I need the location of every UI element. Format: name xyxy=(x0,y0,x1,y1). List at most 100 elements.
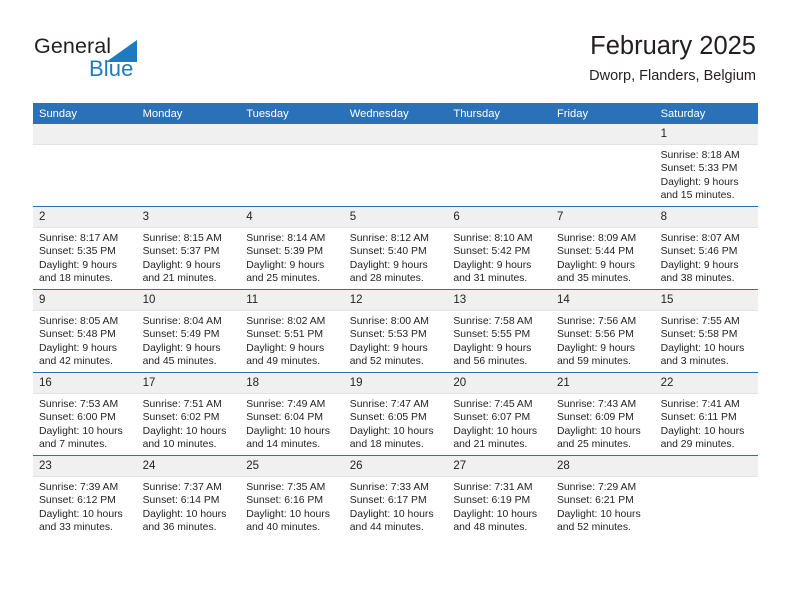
day-details: Sunrise: 7:53 AM Sunset: 6:00 PM Dayligh… xyxy=(33,394,137,452)
day-details: Sunrise: 7:37 AM Sunset: 6:14 PM Dayligh… xyxy=(137,477,241,535)
sunrise-text: Sunrise: 7:53 AM xyxy=(39,399,119,410)
sunrise-text: Sunrise: 7:33 AM xyxy=(349,482,429,493)
sunrise-text: Sunrise: 7:29 AM xyxy=(556,482,637,493)
day-number: 19 xyxy=(343,373,448,394)
sunset-text: Sunset: 6:07 PM xyxy=(453,412,531,424)
sunrise-text: Sunrise: 8:09 AM xyxy=(556,233,637,244)
sunrise-text: Sunrise: 7:37 AM xyxy=(142,482,222,493)
day-number: 13 xyxy=(447,290,551,311)
sunset-text: Sunset: 6:00 PM xyxy=(39,412,116,424)
day-number: 23 xyxy=(33,456,137,477)
day-cell[interactable]: 1 Sunrise: 8:18 AM Sunset: 5:33 PM Dayli… xyxy=(654,124,759,207)
sunrise-text: Sunrise: 7:56 AM xyxy=(556,316,637,327)
day-cell[interactable]: 6 Sunrise: 8:10 AM Sunset: 5:42 PM Dayli… xyxy=(447,206,551,290)
generalblue-logo: General Blue xyxy=(34,35,214,90)
sunset-text: Sunset: 6:21 PM xyxy=(556,495,634,507)
week-row: 9 Sunrise: 8:05 AM Sunset: 5:48 PM Dayli… xyxy=(33,289,759,373)
sunset-text: Sunset: 6:05 PM xyxy=(349,412,427,424)
day-cell[interactable]: 18 Sunrise: 7:49 AM Sunset: 6:04 PM Dayl… xyxy=(240,372,344,456)
daylight-text-line1: Daylight: 9 hours xyxy=(39,259,117,271)
day-details: Sunrise: 7:29 AM Sunset: 6:21 PM Dayligh… xyxy=(551,477,655,535)
day-number: 24 xyxy=(136,456,241,477)
day-cell[interactable]: 26 Sunrise: 7:33 AM Sunset: 6:17 PM Dayl… xyxy=(343,455,448,538)
day-number xyxy=(136,124,241,145)
sunset-text: Sunset: 6:02 PM xyxy=(142,412,220,424)
day-cell[interactable]: 14 Sunrise: 7:56 AM Sunset: 5:56 PM Dayl… xyxy=(550,289,655,373)
day-cell[interactable]: 16 Sunrise: 7:53 AM Sunset: 6:00 PM Dayl… xyxy=(33,372,137,456)
day-cell-empty xyxy=(654,455,759,538)
day-cell[interactable]: 13 Sunrise: 7:58 AM Sunset: 5:55 PM Dayl… xyxy=(447,289,551,373)
day-number: 16 xyxy=(33,373,137,394)
sunset-text: Sunset: 5:42 PM xyxy=(453,246,531,258)
week-row: 2 Sunrise: 8:17 AM Sunset: 5:35 PM Dayli… xyxy=(33,206,759,290)
daylight-text-line1: Daylight: 10 hours xyxy=(556,425,641,437)
day-cell[interactable]: 19 Sunrise: 7:47 AM Sunset: 6:05 PM Dayl… xyxy=(343,372,448,456)
day-cell[interactable]: 25 Sunrise: 7:35 AM Sunset: 6:16 PM Dayl… xyxy=(240,455,344,538)
daylight-text-line2: and 44 minutes. xyxy=(349,522,424,534)
day-number: 27 xyxy=(447,456,551,477)
weekday-header-monday: Monday xyxy=(136,103,241,124)
day-cell[interactable]: 22 Sunrise: 7:41 AM Sunset: 6:11 PM Dayl… xyxy=(654,372,759,456)
day-details: Sunrise: 7:58 AM Sunset: 5:55 PM Dayligh… xyxy=(447,311,551,369)
day-cell[interactable]: 24 Sunrise: 7:37 AM Sunset: 6:14 PM Dayl… xyxy=(136,455,241,538)
day-cell[interactable]: 5 Sunrise: 8:12 AM Sunset: 5:40 PM Dayli… xyxy=(343,206,448,290)
day-cell[interactable]: 28 Sunrise: 7:29 AM Sunset: 6:21 PM Dayl… xyxy=(550,455,655,538)
daylight-text-line2: and 52 minutes. xyxy=(349,356,424,368)
day-cell[interactable]: 12 Sunrise: 8:00 AM Sunset: 5:53 PM Dayl… xyxy=(343,289,448,373)
day-details: Sunrise: 7:31 AM Sunset: 6:19 PM Dayligh… xyxy=(447,477,551,535)
weekday-header-tuesday: Tuesday xyxy=(240,103,344,124)
day-number: 4 xyxy=(240,207,344,228)
daylight-text-line2: and 14 minutes. xyxy=(246,439,321,451)
sunrise-text: Sunrise: 8:02 AM xyxy=(246,316,326,327)
calendar-page: General Blue February 2025 Dworp, Flande… xyxy=(0,0,792,612)
day-cell[interactable]: 17 Sunrise: 7:51 AM Sunset: 6:02 PM Dayl… xyxy=(136,372,241,456)
sunset-text: Sunset: 6:11 PM xyxy=(660,412,737,424)
daylight-text-line1: Daylight: 10 hours xyxy=(556,508,641,520)
day-number: 5 xyxy=(343,207,448,228)
daylight-text-line1: Daylight: 9 hours xyxy=(556,259,635,271)
sunset-text: Sunset: 6:16 PM xyxy=(246,495,324,507)
day-cell[interactable]: 3 Sunrise: 8:15 AM Sunset: 5:37 PM Dayli… xyxy=(136,206,241,290)
sunset-text: Sunset: 5:53 PM xyxy=(349,329,427,341)
day-details: Sunrise: 7:33 AM Sunset: 6:17 PM Dayligh… xyxy=(344,477,448,535)
daylight-text-line1: Daylight: 10 hours xyxy=(39,508,123,520)
sunset-text: Sunset: 5:46 PM xyxy=(660,246,738,258)
day-number: 26 xyxy=(343,456,448,477)
day-cell[interactable]: 27 Sunrise: 7:31 AM Sunset: 6:19 PM Dayl… xyxy=(447,455,551,538)
day-number: 18 xyxy=(240,373,344,394)
day-cell[interactable]: 9 Sunrise: 8:05 AM Sunset: 5:48 PM Dayli… xyxy=(33,289,137,373)
daylight-text-line2: and 21 minutes. xyxy=(453,439,528,451)
day-cell[interactable]: 11 Sunrise: 8:02 AM Sunset: 5:51 PM Dayl… xyxy=(240,289,344,373)
day-cell[interactable]: 21 Sunrise: 7:43 AM Sunset: 6:09 PM Dayl… xyxy=(550,372,655,456)
day-number: 20 xyxy=(447,373,551,394)
daylight-text-line2: and 33 minutes. xyxy=(39,522,113,534)
sunset-text: Sunset: 5:35 PM xyxy=(39,246,116,258)
daylight-text-line2: and 49 minutes. xyxy=(246,356,321,368)
day-details: Sunrise: 8:14 AM Sunset: 5:39 PM Dayligh… xyxy=(240,228,344,286)
sunrise-text: Sunrise: 7:47 AM xyxy=(349,399,429,410)
sunrise-text: Sunrise: 8:10 AM xyxy=(453,233,533,244)
daylight-text-line1: Daylight: 9 hours xyxy=(246,259,325,271)
daylight-text-line1: Daylight: 10 hours xyxy=(39,425,123,437)
weekday-header-thursday: Thursday xyxy=(447,103,551,124)
day-details: Sunrise: 8:15 AM Sunset: 5:37 PM Dayligh… xyxy=(137,228,241,286)
sunset-text: Sunset: 5:40 PM xyxy=(349,246,427,258)
day-cell[interactable]: 8 Sunrise: 8:07 AM Sunset: 5:46 PM Dayli… xyxy=(654,206,759,290)
page-subtitle: Dworp, Flanders, Belgium xyxy=(589,68,756,85)
daylight-text-line1: Daylight: 10 hours xyxy=(349,425,434,437)
week-row: 1 Sunrise: 8:18 AM Sunset: 5:33 PM Dayli… xyxy=(33,124,759,207)
day-cell-empty xyxy=(343,124,448,207)
daylight-text-line1: Daylight: 9 hours xyxy=(39,342,117,354)
day-cell[interactable]: 10 Sunrise: 8:04 AM Sunset: 5:49 PM Dayl… xyxy=(136,289,241,373)
day-number: 12 xyxy=(343,290,448,311)
day-cell[interactable]: 23 Sunrise: 7:39 AM Sunset: 6:12 PM Dayl… xyxy=(33,455,137,538)
day-cell[interactable]: 15 Sunrise: 7:55 AM Sunset: 5:58 PM Dayl… xyxy=(654,289,759,373)
day-cell[interactable]: 20 Sunrise: 7:45 AM Sunset: 6:07 PM Dayl… xyxy=(447,372,551,456)
day-cell[interactable]: 4 Sunrise: 8:14 AM Sunset: 5:39 PM Dayli… xyxy=(240,206,344,290)
daylight-text-line1: Daylight: 10 hours xyxy=(453,508,538,520)
day-number: 9 xyxy=(33,290,137,311)
day-cell[interactable]: 2 Sunrise: 8:17 AM Sunset: 5:35 PM Dayli… xyxy=(33,206,137,290)
day-cell[interactable]: 7 Sunrise: 8:09 AM Sunset: 5:44 PM Dayli… xyxy=(550,206,655,290)
sunset-text: Sunset: 5:39 PM xyxy=(246,246,324,258)
daylight-text-line1: Daylight: 10 hours xyxy=(246,425,330,437)
